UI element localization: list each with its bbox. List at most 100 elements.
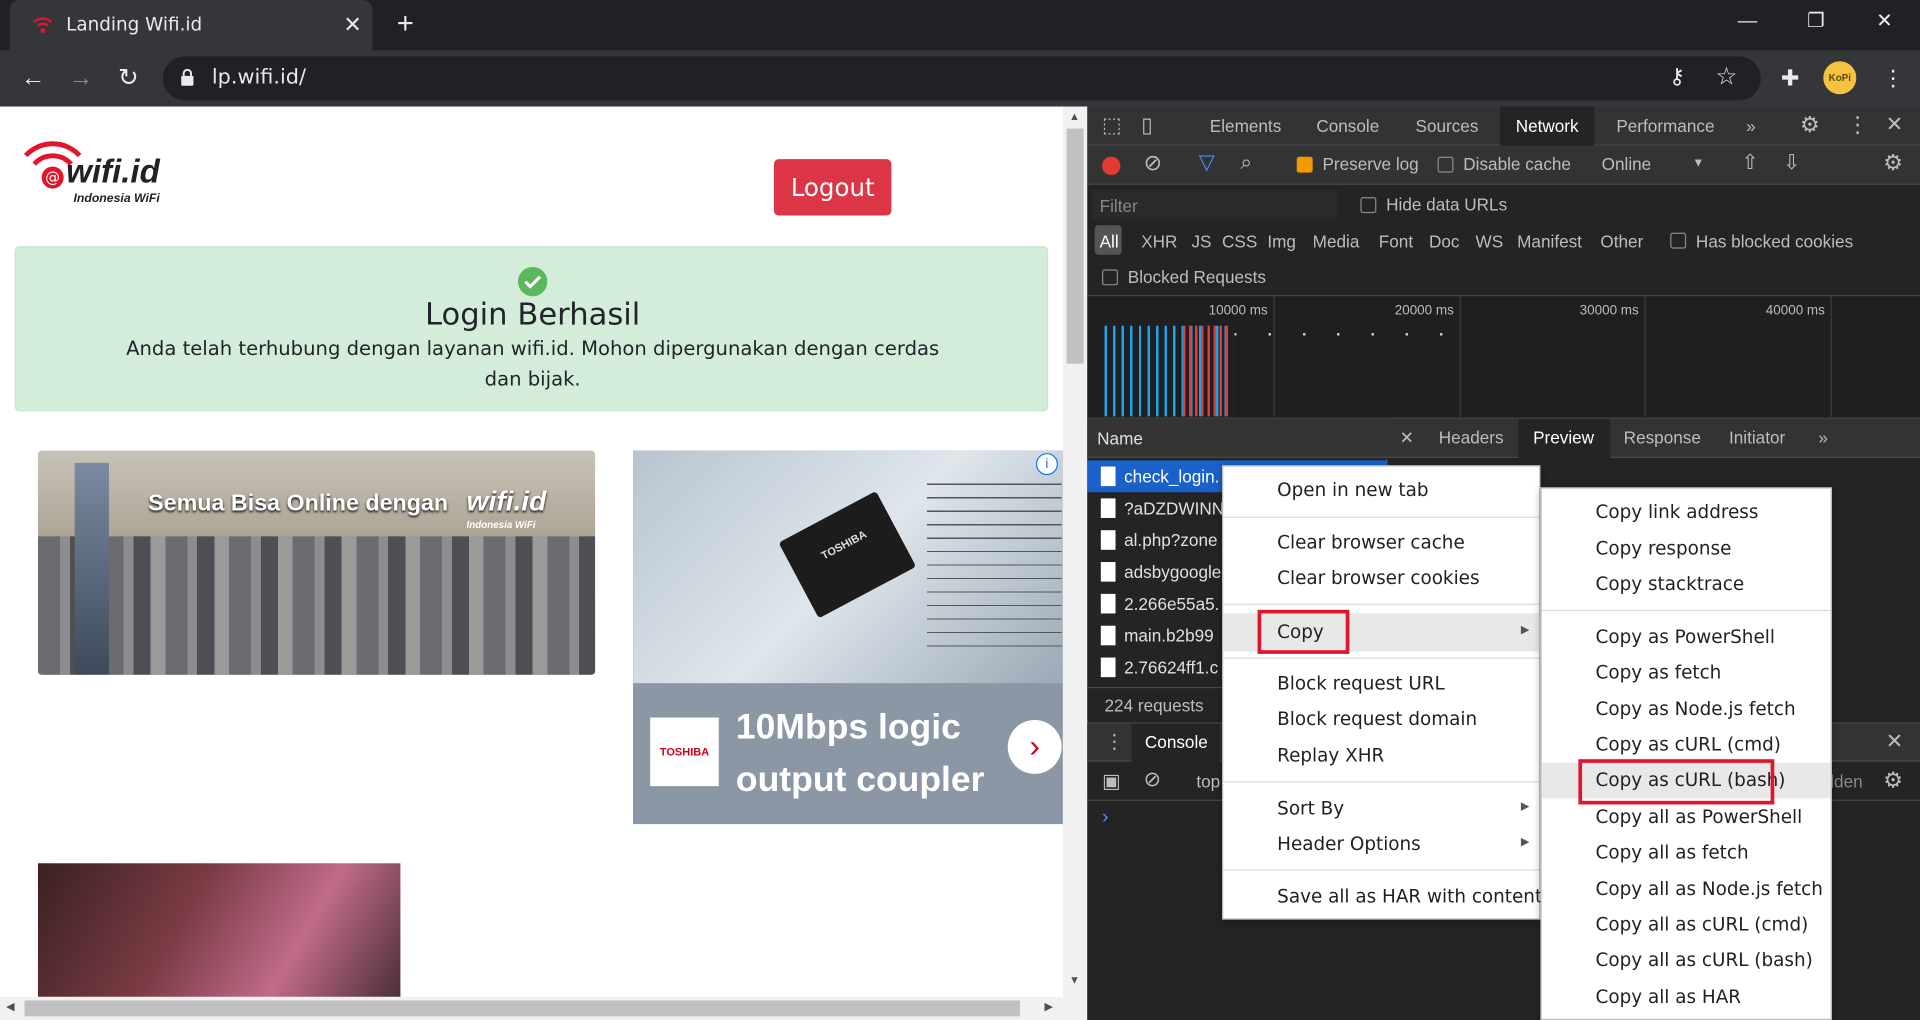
throttling-dropdown-icon[interactable]: ▼ (1692, 157, 1704, 170)
type-font[interactable]: Font (1379, 231, 1413, 251)
new-tab-icon[interactable]: + (389, 8, 421, 41)
back-icon[interactable]: ← (16, 61, 50, 95)
copy-all-as-har[interactable]: Copy all as HAR (1542, 980, 1831, 1016)
forward-icon[interactable]: → (64, 61, 98, 95)
menu-header-options[interactable]: Header Options (1223, 827, 1539, 863)
network-overview-timeline[interactable]: 10000 ms 20000 ms 30000 ms 40000 ms (1087, 296, 1920, 419)
tab-headers[interactable]: Headers (1439, 427, 1504, 447)
copy-as-nodejs-fetch[interactable]: Copy as Node.js fetch (1542, 692, 1831, 728)
page-horizontal-scrollbar[interactable]: ◀ ▶ (0, 996, 1063, 1020)
more-tabs-icon[interactable]: » (1746, 116, 1756, 136)
tab-sources[interactable]: Sources (1416, 116, 1479, 136)
close-details-icon[interactable]: ✕ (1400, 427, 1414, 448)
hide-data-urls-checkbox[interactable] (1360, 197, 1377, 214)
import-har-icon[interactable]: ⇧ (1741, 151, 1758, 175)
preserve-log-checkbox[interactable] (1296, 156, 1313, 173)
blocked-requests-checkbox[interactable] (1102, 269, 1118, 286)
type-media[interactable]: Media (1313, 231, 1360, 251)
scroll-left-icon[interactable]: ◀ (6, 1000, 14, 1013)
device-toolbar-icon[interactable]: ▯ (1141, 114, 1152, 138)
export-har-icon[interactable]: ⇩ (1783, 151, 1800, 175)
scroll-up-icon[interactable]: ▲ (1069, 110, 1080, 122)
bookmark-star-icon[interactable]: ☆ (1716, 61, 1738, 92)
has-blocked-cookies-checkbox[interactable] (1670, 232, 1687, 249)
filter-icon[interactable]: ▽ (1199, 151, 1215, 175)
copy-link-address[interactable]: Copy link address (1542, 495, 1831, 531)
console-prompt-icon[interactable]: › (1102, 807, 1109, 829)
record-icon[interactable] (1102, 156, 1121, 176)
vertical-scroll-thumb[interactable] (1066, 128, 1084, 364)
tab-close-icon[interactable]: ✕ (338, 10, 367, 39)
type-other[interactable]: Other (1600, 231, 1643, 251)
tab-initiator[interactable]: Initiator (1729, 427, 1785, 447)
copy-as-fetch[interactable]: Copy as fetch (1542, 655, 1831, 691)
minimize-icon[interactable]: — (1733, 7, 1762, 36)
type-manifest[interactable]: Manifest (1517, 231, 1582, 251)
menu-replay-xhr[interactable]: Replay XHR (1223, 738, 1539, 774)
menu-clear-browser-cookies[interactable]: Clear browser cookies (1223, 561, 1539, 597)
type-css[interactable]: CSS (1222, 231, 1257, 251)
more-details-tabs-icon[interactable]: » (1818, 427, 1828, 447)
ad-next-icon[interactable]: › (1007, 720, 1062, 774)
copy-all-as-curl-bash[interactable]: Copy all as cURL (bash) (1542, 943, 1831, 979)
clear-icon[interactable]: ⊘ (1144, 151, 1162, 177)
devtools-menu-icon[interactable]: ⋮ (1847, 113, 1869, 139)
search-icon[interactable]: ⌕ (1240, 151, 1252, 175)
tab-network[interactable]: Network (1500, 106, 1595, 146)
menu-open-in-new-tab[interactable]: Open in new tab (1223, 473, 1539, 509)
scroll-right-icon[interactable]: ▶ (1044, 1000, 1052, 1013)
address-bar[interactable]: lp.wifi.id/ ⚷ ☆ (162, 56, 1761, 101)
reload-icon[interactable]: ↻ (111, 61, 145, 95)
logout-button[interactable]: Logout (773, 159, 892, 216)
disable-cache-checkbox[interactable] (1437, 156, 1454, 173)
console-settings-icon[interactable]: ⚙ (1883, 768, 1903, 794)
throttling-select[interactable]: Online (1602, 154, 1652, 174)
console-sidebar-icon[interactable]: ▣ (1102, 769, 1121, 793)
copy-as-powershell[interactable]: Copy as PowerShell (1542, 620, 1831, 656)
copy-all-as-curl-cmd[interactable]: Copy all as cURL (cmd) (1542, 907, 1831, 943)
type-doc[interactable]: Doc (1429, 231, 1459, 251)
network-settings-icon[interactable]: ⚙ (1883, 151, 1903, 177)
close-window-icon[interactable]: ✕ (1870, 7, 1899, 36)
type-all-label[interactable]: All (1100, 231, 1119, 251)
drawer-close-icon[interactable]: ✕ (1886, 730, 1903, 754)
inspect-element-icon[interactable]: ⬚ (1102, 114, 1122, 138)
ad-info-icon[interactable]: i (1035, 453, 1058, 476)
copy-response[interactable]: Copy response (1542, 531, 1831, 567)
horizontal-scroll-thumb[interactable] (24, 1000, 1021, 1017)
tab-response[interactable]: Response (1624, 427, 1701, 447)
tab-performance[interactable]: Performance (1616, 116, 1714, 136)
type-xhr[interactable]: XHR (1141, 231, 1177, 251)
copy-all-as-nodejs-fetch[interactable]: Copy all as Node.js fetch (1542, 872, 1831, 908)
copy-stacktrace[interactable]: Copy stacktrace (1542, 567, 1831, 603)
tab-elements[interactable]: Elements (1210, 116, 1281, 136)
console-clear-icon[interactable]: ⊘ (1144, 768, 1161, 792)
devtools-settings-icon[interactable]: ⚙ (1800, 113, 1820, 139)
toshiba-ad[interactable]: TOSHIBA TOSHIBA 10Mbps logic output coup… (633, 450, 1063, 825)
type-js[interactable]: JS (1191, 231, 1211, 251)
browser-tab[interactable]: Landing Wifi.id ✕ (9, 0, 373, 51)
extensions-icon[interactable]: ✚ (1774, 62, 1806, 94)
page-vertical-scrollbar[interactable]: ▲ ▼ (1062, 106, 1088, 1020)
wifi-id-logo[interactable]: @ wifi.id Indonesia WiFi (22, 131, 181, 207)
promo-image[interactable] (37, 863, 401, 998)
type-img[interactable]: Img (1267, 231, 1296, 251)
copy-as-curl-cmd[interactable]: Copy as cURL (cmd) (1542, 727, 1831, 763)
name-column-header[interactable]: Name (1087, 418, 1388, 458)
restore-icon[interactable]: ❐ (1801, 7, 1830, 36)
scroll-down-icon[interactable]: ▼ (1069, 973, 1080, 985)
browser-menu-icon[interactable]: ⋮ (1877, 62, 1909, 94)
menu-block-request-domain[interactable]: Block request domain (1223, 702, 1539, 738)
menu-block-request-url[interactable]: Block request URL (1223, 666, 1539, 702)
menu-clear-browser-cache[interactable]: Clear browser cache (1223, 525, 1539, 561)
profile-avatar[interactable]: KoPi (1823, 61, 1857, 95)
menu-sort-by[interactable]: Sort By (1223, 791, 1539, 827)
copy-all-as-powershell[interactable]: Copy all as PowerShell (1542, 800, 1831, 836)
wifi-promo-banner[interactable]: Semua Bisa Online dengan wifi.id Indones… (37, 450, 596, 675)
copy-all-as-fetch[interactable]: Copy all as fetch (1542, 835, 1831, 871)
tab-console[interactable]: Console (1316, 116, 1379, 136)
filter-input[interactable]: Filter (1092, 189, 1338, 220)
menu-save-all-as-har[interactable]: Save all as HAR with content (1223, 879, 1542, 915)
drawer-menu-icon[interactable]: ⋮ (1104, 730, 1124, 754)
type-ws[interactable]: WS (1476, 231, 1504, 251)
